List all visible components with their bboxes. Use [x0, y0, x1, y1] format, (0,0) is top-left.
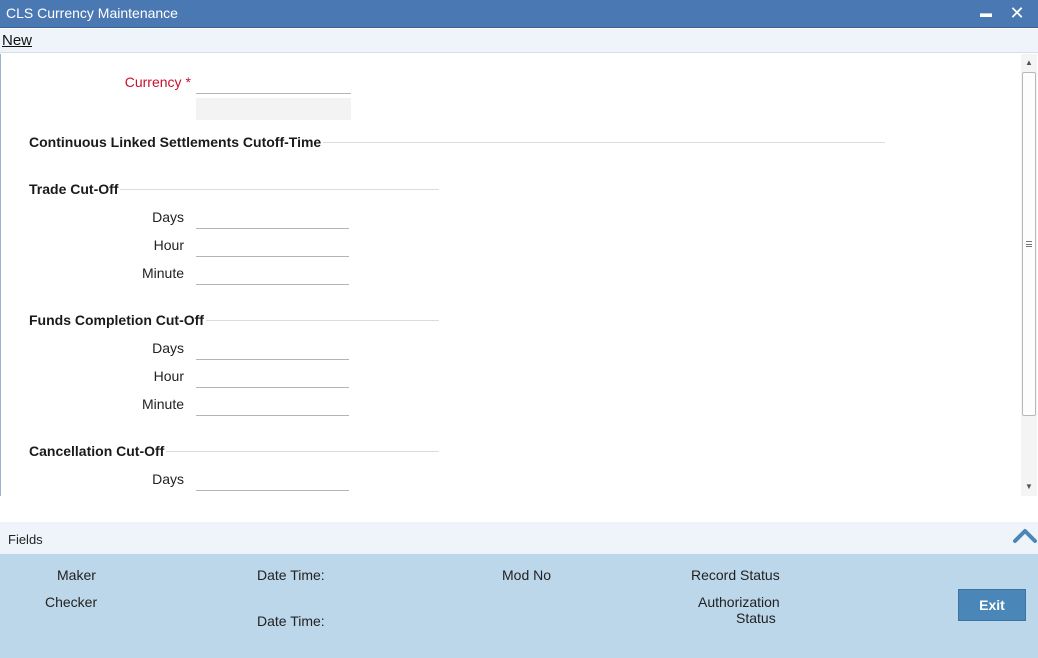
funds-days-label: Days: [152, 340, 184, 356]
funds-days-input[interactable]: [196, 338, 349, 360]
vertical-scrollbar[interactable]: ▲ ▼: [1021, 54, 1037, 496]
scrollbar-thumb[interactable]: [1022, 72, 1036, 416]
scroll-up-icon[interactable]: ▲: [1021, 56, 1037, 70]
form-area: Currency * Continuous Linked Settlements …: [0, 54, 1020, 496]
window-title: CLS Currency Maintenance: [6, 5, 178, 21]
trade-cutoff-section-title: Trade Cut-Off: [29, 181, 121, 197]
trade-days-label: Days: [152, 209, 184, 225]
trade-days-input[interactable]: [196, 207, 349, 229]
title-bar: CLS Currency Maintenance ▬ ✕: [0, 0, 1038, 28]
authorization-status-label: Status: [736, 610, 776, 626]
mod-no-label: Mod No: [502, 567, 552, 583]
currency-input[interactable]: [196, 72, 351, 94]
trade-hour-label: Hour: [153, 237, 184, 253]
minimize-icon[interactable]: ▬: [975, 2, 997, 24]
exit-button[interactable]: Exit: [958, 589, 1026, 621]
checker-date-time-label: Date Time:: [257, 613, 325, 629]
currency-label: Currency *: [124, 74, 191, 90]
required-marker: *: [185, 74, 191, 90]
new-button[interactable]: New: [2, 32, 32, 49]
grip-icon: [1026, 241, 1032, 247]
funds-minute-input[interactable]: [196, 394, 349, 416]
funds-minute-label: Minute: [141, 396, 184, 412]
authorization-label: Authorization: [698, 594, 780, 610]
funds-hour-label: Hour: [153, 368, 184, 384]
cancellation-days-label: Days: [152, 471, 184, 487]
menu-bar: New: [0, 29, 1038, 53]
trade-minute-input[interactable]: [196, 263, 349, 285]
funds-hour-input[interactable]: [196, 366, 349, 388]
cancellation-days-input[interactable]: [196, 469, 349, 491]
trade-hour-input[interactable]: [196, 235, 349, 257]
close-icon[interactable]: ✕: [1006, 2, 1028, 24]
maker-label: Maker: [57, 567, 96, 583]
currency-description-field: [196, 98, 351, 120]
fields-label: Fields: [8, 532, 43, 547]
fields-bar: Fields: [0, 522, 1038, 554]
funds-cutoff-section-title: Funds Completion Cut-Off: [29, 312, 206, 328]
cls-cutoff-section-title: Continuous Linked Settlements Cutoff-Tim…: [29, 134, 324, 150]
record-status-label: Record Status: [691, 567, 780, 583]
trade-minute-label: Minute: [141, 265, 184, 281]
scroll-down-icon[interactable]: ▼: [1021, 480, 1037, 494]
cancellation-cutoff-section-title: Cancellation Cut-Off: [29, 443, 167, 459]
audit-panel: Maker Date Time: Mod No Record Status Ch…: [0, 554, 1038, 658]
maker-date-time-label: Date Time:: [257, 567, 325, 583]
chevron-up-icon[interactable]: [1012, 524, 1038, 548]
checker-label: Checker: [45, 594, 98, 610]
